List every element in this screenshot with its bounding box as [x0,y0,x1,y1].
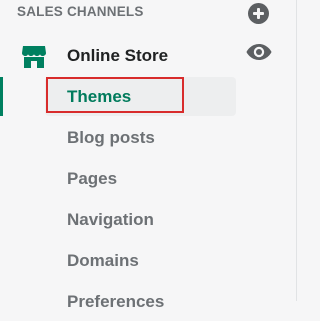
sidebar-item-navigation-label: Navigation [67,210,154,229]
sidebar-item-preferences[interactable]: Preferences [45,282,236,321]
active-indicator-bar [0,77,3,116]
sidebar-item-pages[interactable]: Pages [45,159,236,198]
sidebar-item-themes-label: Themes [67,87,132,106]
sidebar-item-navigation[interactable]: Navigation [45,200,236,239]
sidebar-item-preferences-label: Preferences [67,292,165,311]
sidebar-item-online-store-label: Online Store [67,46,169,65]
sidebar-item-themes[interactable]: Themes [45,77,236,116]
sidebar-item-domains[interactable]: Domains [45,241,236,280]
eye-icon [246,44,272,60]
main-panel-edge [297,0,318,301]
sidebar: SALES CHANNELS Online Store Themes Blog … [0,0,296,311]
add-sales-channel-button[interactable] [248,3,269,24]
sidebar-item-blog-posts[interactable]: Blog posts [45,118,236,157]
section-header-sales-channels: SALES CHANNELS [17,4,144,19]
view-online-store-button[interactable] [245,41,273,63]
sidebar-item-domains-label: Domains [67,251,139,270]
store-icon [22,46,46,68]
sidebar-item-blog-posts-label: Blog posts [67,128,155,147]
sidebar-item-pages-label: Pages [67,169,118,188]
